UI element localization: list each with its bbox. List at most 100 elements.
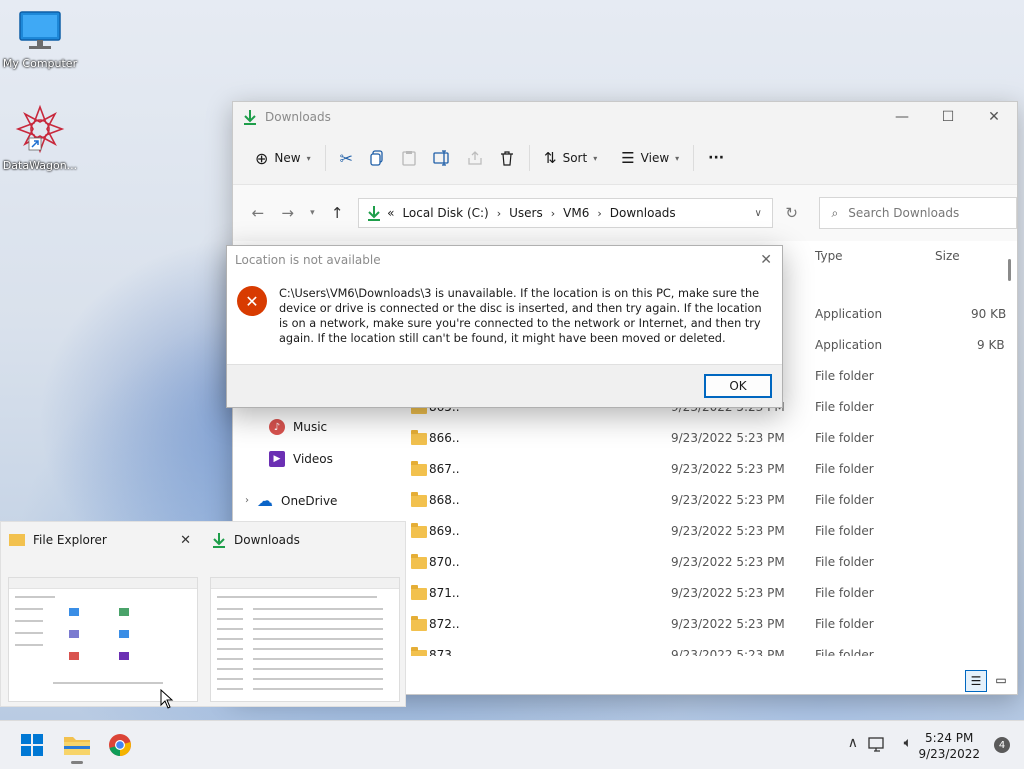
row-name: 872.. <box>429 617 460 631</box>
thumbnail-preview <box>8 577 198 702</box>
toolbar-divider <box>529 145 531 171</box>
preview-line <box>15 644 43 646</box>
volume-icon[interactable]: 🔈︎ <box>904 735 912 751</box>
details-view-icon[interactable]: ☰ <box>965 670 987 692</box>
table-row[interactable]: 867.. 9/23/2022 5:23 PM File folder <box>233 454 1003 485</box>
large-icons-view-icon[interactable]: ▭ <box>991 670 1011 690</box>
row-type: File folder <box>815 617 874 631</box>
notification-badge[interactable]: 4 <box>994 737 1010 753</box>
row-type: File folder <box>815 648 874 656</box>
toolbar-divider <box>693 145 695 171</box>
breadcrumb-vm6[interactable]: VM6 <box>563 206 589 220</box>
rename-button[interactable] <box>425 142 459 174</box>
preview-line <box>15 608 43 610</box>
minimize-button[interactable]: — <box>879 102 925 132</box>
thumbnail-downloads[interactable]: Downloads <box>204 522 404 708</box>
network-icon[interactable] <box>868 737 886 753</box>
preview-line <box>15 596 55 598</box>
title-bar[interactable]: Downloads — ☐ ✕ <box>233 102 1017 132</box>
sort-arrows-icon: ⇅ <box>544 149 557 167</box>
dialog-message: C:\Users\VM6\Downloads\3 is unavailable.… <box>279 287 762 345</box>
folder-icon <box>9 534 25 546</box>
row-type: File folder <box>815 400 874 414</box>
toolbar-divider <box>324 145 326 171</box>
error-icon: ✕ <box>237 286 267 316</box>
preview-folder-icon <box>119 652 129 660</box>
thumbnail-file-explorer[interactable]: File Explorer ✕ <box>1 522 201 708</box>
nav-item-onedrive[interactable]: › ☁ OneDrive <box>245 491 337 510</box>
table-row[interactable]: 868.. 9/23/2022 5:23 PM File folder <box>233 485 1003 516</box>
column-type[interactable]: Type <box>815 249 843 263</box>
recent-chevron-icon[interactable]: ▾ <box>303 208 323 218</box>
download-arrow-icon <box>244 110 256 125</box>
preview-folder-icon <box>119 630 129 638</box>
desktop-icon-datawagon[interactable]: DataWagon... <box>0 104 80 172</box>
forward-arrow-icon[interactable]: → <box>273 204 303 222</box>
address-overflow[interactable]: « <box>387 206 394 220</box>
share-icon <box>468 151 482 165</box>
folder-icon <box>411 616 427 631</box>
show-hidden-icons-chevron-icon[interactable]: ∧ <box>848 735 858 751</box>
maximize-button[interactable]: ☐ <box>925 102 971 132</box>
delete-button[interactable] <box>491 142 523 174</box>
nav-item-label: Music <box>293 420 328 434</box>
cut-button[interactable]: ✂ <box>332 142 361 174</box>
refresh-icon[interactable]: ↻ <box>777 204 807 222</box>
column-size[interactable]: Size <box>935 249 960 263</box>
windows-start-icon[interactable] <box>20 733 44 757</box>
view-toggle: ☰ ▭ <box>965 670 1011 692</box>
search-input[interactable]: ⌕ Search Downloads <box>818 197 1017 229</box>
new-button[interactable]: ⊕ New ▾ <box>247 142 319 174</box>
up-arrow-icon[interactable]: ↑ <box>322 204 352 222</box>
paste-button[interactable] <box>393 142 425 174</box>
row-date: 9/23/2022 5:23 PM <box>671 524 785 538</box>
back-arrow-icon[interactable]: ← <box>243 204 273 222</box>
row-date: 9/23/2022 5:23 PM <box>671 648 785 656</box>
preview-line <box>217 678 243 680</box>
preview-line <box>253 668 383 670</box>
more-dots: ··· <box>708 150 725 166</box>
copy-button[interactable] <box>361 142 393 174</box>
view-label: View <box>640 151 670 165</box>
nav-item-videos[interactable]: ▶ Videos <box>269 451 333 467</box>
thumbnail-close-icon[interactable]: ✕ <box>180 533 191 548</box>
chrome-icon[interactable] <box>108 733 132 757</box>
view-button[interactable]: ☰ View ▾ <box>613 142 687 174</box>
breadcrumb-local-disk[interactable]: Local Disk (C:) <box>402 206 488 220</box>
search-placeholder: Search Downloads <box>848 206 960 220</box>
row-date: 9/23/2022 5:23 PM <box>671 586 785 600</box>
taskbar-file-explorer[interactable] <box>62 729 92 765</box>
sort-button[interactable]: ⇅ Sort ▾ <box>536 142 605 174</box>
address-history-chevron-icon[interactable]: ∨ <box>754 208 761 219</box>
clock[interactable]: 5:24 PM 9/23/2022 <box>918 730 980 762</box>
close-window-button[interactable]: ✕ <box>971 102 1017 132</box>
download-arrow-icon <box>213 533 225 548</box>
row-type: File folder <box>815 555 874 569</box>
dialog-title-bar[interactable]: Location is not available ✕ <box>227 246 782 274</box>
breadcrumb-separator-icon: › <box>597 206 602 220</box>
dialog-close-icon[interactable]: ✕ <box>760 252 772 268</box>
mouse-cursor-icon <box>160 689 174 709</box>
more-options-button[interactable]: ··· <box>700 142 732 174</box>
table-row[interactable]: 866.. 9/23/2022 5:23 PM File folder <box>233 423 1003 454</box>
expand-chevron-icon[interactable]: › <box>245 495 249 506</box>
desktop-icon-my-computer[interactable]: My Computer <box>0 10 80 70</box>
folder-icon <box>411 492 427 507</box>
address-bar[interactable]: « Local Disk (C:) › Users › VM6 › Downlo… <box>358 198 773 228</box>
download-arrow-icon <box>368 206 381 221</box>
share-button[interactable] <box>459 142 491 174</box>
row-date: 9/23/2022 5:23 PM <box>671 555 785 569</box>
breadcrumb-downloads[interactable]: Downloads <box>610 206 676 220</box>
dialog-body: ✕ C:\Users\VM6\Downloads\3 is unavailabl… <box>227 274 782 366</box>
breadcrumb-separator-icon: › <box>496 206 502 220</box>
breadcrumb-users[interactable]: Users <box>509 206 543 220</box>
nav-item-music[interactable]: ♪ Music <box>269 419 327 435</box>
chevron-down-icon: ▾ <box>593 153 598 163</box>
preview-line <box>253 658 383 660</box>
command-bar: ⊕ New ▾ ✂ ⇅ Sort ▾ ☰ View ▾ ··· <box>233 132 1017 185</box>
vertical-scrollbar[interactable] <box>1008 259 1011 281</box>
row-type: Application <box>815 338 883 352</box>
ok-button[interactable]: OK <box>704 374 772 398</box>
folder-icon <box>411 585 427 600</box>
thumbnail-preview <box>210 577 400 702</box>
